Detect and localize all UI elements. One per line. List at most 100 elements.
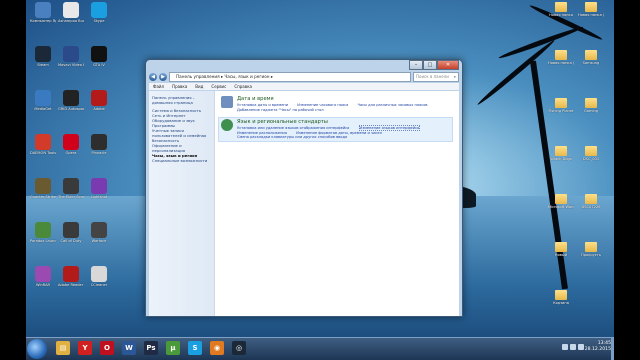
nav-link[interactable]: Учетные записи пользователей и семейная … (152, 128, 211, 143)
desktop-shortcut[interactable]: GTA IV (86, 46, 112, 67)
menu-help[interactable]: Справка (234, 83, 252, 90)
link-set-date[interactable]: Установка даты и времени (237, 103, 288, 107)
nav-link[interactable]: Специальные возможности (152, 158, 211, 163)
folder-icon (555, 146, 567, 156)
link-install-languages[interactable]: Установка или удаление языков отображени… (237, 126, 349, 130)
app-icon (91, 46, 107, 62)
volume-icon[interactable] (570, 344, 576, 350)
desktop-folder[interactable]: Корзина (548, 290, 574, 305)
search-icon[interactable]: ⌕ (454, 73, 456, 81)
menu-file[interactable]: Файл (153, 83, 164, 90)
taskbar-media-icon[interactable]: ◉ (210, 341, 224, 355)
link-keyboard[interactable]: Смена раскладки клавиатуры или других сп… (237, 135, 347, 139)
desktop-shortcut[interactable]: CCleaner (86, 266, 112, 287)
shortcut-label: Opera (65, 151, 77, 155)
clock-icon (221, 96, 233, 108)
app-icon (35, 266, 51, 282)
show-desktop-button[interactable] (611, 338, 614, 360)
desktop-shortcut[interactable]: Paradox Launcher (30, 222, 56, 243)
globe-icon (221, 119, 233, 131)
shortcut-label: GTA IV (93, 63, 105, 67)
app-icon (91, 222, 107, 238)
taskbar-word-icon[interactable]: W (122, 341, 136, 355)
nav-link[interactable]: Панель управления – домашняя страница (152, 95, 211, 105)
category-title[interactable]: Дата и время (237, 96, 436, 103)
desktop-folder[interactable]: Новый (548, 242, 574, 257)
desktop-folder[interactable]: Новая папка (2) (578, 2, 604, 17)
clock[interactable]: 13:45 28.12.2015 (585, 341, 611, 353)
taskbar-opera-icon[interactable]: O (100, 341, 114, 355)
shortcut-label: Skype (93, 19, 105, 23)
desktop-folder[interactable]: DSC_001 (578, 146, 604, 161)
desktop-shortcut[interactable]: WinRAR (30, 266, 56, 287)
desktop-folder[interactable]: Microsoft Word (548, 194, 574, 209)
desktop-shortcut[interactable]: Компьютер Ярлык (30, 2, 56, 23)
taskbar-skype-icon[interactable]: S (188, 341, 202, 355)
address-bar[interactable]: Панель управления ▸ Часы, язык и регион … (169, 71, 411, 82)
shortcut-label: Pinnacle (91, 151, 107, 155)
forward-arrow-icon[interactable]: ▶ (159, 72, 167, 81)
menu-tools[interactable]: Сервис (211, 83, 226, 90)
desktop-shortcut[interactable]: Warface (86, 222, 112, 243)
shortcut-label: Lightshot (90, 195, 108, 199)
desktop-folder[interactable]: Gaming (578, 98, 604, 113)
back-arrow-icon[interactable]: ◀ (149, 72, 157, 81)
taskbar-yandex-icon[interactable]: Y (78, 341, 92, 355)
desktop-shortcut[interactable]: The Elder Scrolls (58, 178, 84, 199)
desktop-shortcut[interactable]: Ashampoo Burning (58, 2, 84, 23)
shortcut-label: WinRAR (35, 283, 51, 287)
search-input[interactable]: Поиск в панели управления ⌕ (413, 71, 459, 87)
desktop[interactable]: Компьютер ЯрлыкAshampoo Burning Skype Stea… (26, 0, 614, 360)
maximize-button[interactable]: □ (423, 60, 437, 70)
folder-label: Прокрусть (581, 253, 601, 257)
minimize-button[interactable]: – (409, 60, 423, 70)
taskbar-photoshop-icon[interactable]: Ps (144, 341, 158, 355)
network-icon[interactable] (562, 344, 568, 350)
link-timezone[interactable]: Изменение часового пояса (297, 103, 348, 107)
desktop-shortcut[interactable]: GRID Autosport (58, 90, 84, 111)
app-icon (35, 90, 51, 106)
link-change-location[interactable]: Изменение расположения (237, 131, 287, 135)
flag-icon[interactable] (578, 344, 584, 350)
menu-edit[interactable]: Правка (172, 83, 187, 90)
start-button[interactable] (27, 339, 47, 359)
folder-label: Новая папка (3) (548, 61, 574, 65)
nav-link[interactable]: Оформление и персонализация (152, 143, 211, 153)
desktop-shortcut[interactable]: Counter-Strike (30, 178, 56, 199)
desktop-shortcut[interactable]: Opera (58, 134, 84, 155)
link-clocks[interactable]: Часы для различных часовых поясов (357, 103, 427, 107)
desktop-folder[interactable]: Samsung (578, 50, 604, 65)
desktop-folder[interactable]: Прокрусть (578, 242, 604, 257)
taskbar-explorer-icon[interactable]: ▤ (56, 341, 70, 355)
desktop-shortcut[interactable]: Lightshot (86, 178, 112, 199)
desktop-shortcut[interactable]: MediaGet (30, 90, 56, 111)
link-formats[interactable]: Изменение форматов даты, времени и чисел (296, 131, 382, 135)
desktop-shortcut[interactable]: Call of Duty (58, 222, 84, 243)
desktop-shortcut[interactable]: Steam (30, 46, 56, 67)
desktop-shortcut[interactable]: Adobe (86, 90, 112, 111)
desktop-folder[interactable]: Новая папка (3) (548, 50, 574, 65)
taskbar-steam-icon[interactable]: ◎ (232, 341, 246, 355)
folder-label: Новая папка (549, 13, 573, 17)
folder-label: Корзина (553, 301, 569, 305)
app-icon (63, 266, 79, 282)
menu-view[interactable]: Вид (195, 83, 203, 90)
control-panel-window[interactable]: – □ ✕ ◀ ▶ Панель управления ▸ Часы, язык… (145, 59, 463, 317)
close-button[interactable]: ✕ (437, 60, 459, 70)
clock-date: 28.12.2015 (584, 347, 611, 352)
title-bar[interactable]: – □ ✕ (146, 60, 462, 71)
folder-icon (555, 98, 567, 108)
desktop-shortcut[interactable]: DAEMON Tools Lite (30, 134, 56, 155)
link-gadget[interactable]: Добавление гаджета "Часы" на рабочий сто… (237, 108, 324, 112)
desktop-shortcut[interactable]: Adobe Reader DC (58, 266, 84, 287)
desktop-shortcut[interactable]: Skype (86, 2, 112, 23)
desktop-folder[interactable]: Fishing Planet (548, 98, 574, 113)
shortcut-label: The Elder Scrolls (58, 195, 84, 199)
desktop-folder[interactable]: DSC07226 (578, 194, 604, 209)
desktop-shortcut[interactable]: Movavi Video Editor 11 (58, 46, 84, 67)
desktop-shortcut[interactable]: Pinnacle (86, 134, 112, 155)
taskbar-utorrent-icon[interactable]: µ (166, 341, 180, 355)
desktop-folder[interactable]: Watch Dogs (548, 146, 574, 161)
desktop-folder[interactable]: Новая папка (548, 2, 574, 17)
app-icon (91, 266, 107, 282)
